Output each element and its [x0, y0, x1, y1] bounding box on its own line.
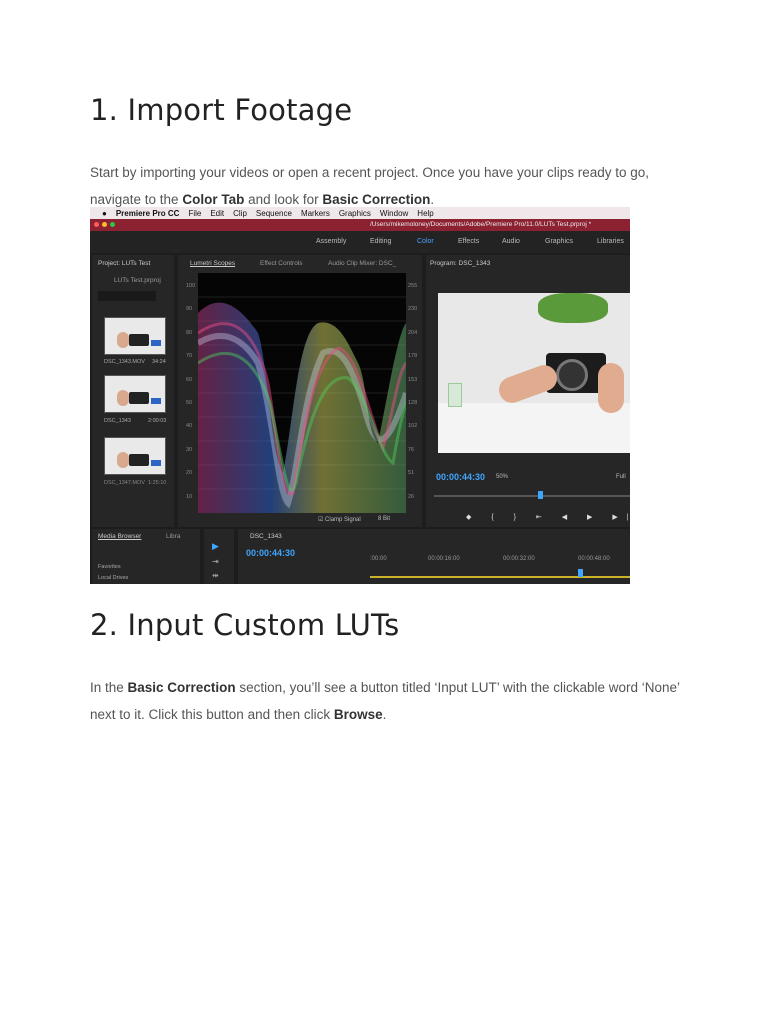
resolution-select: Full — [616, 474, 626, 480]
clip-thumbnail — [104, 437, 166, 475]
mac-menu-bar: ● Premiere Pro CC File Edit Clip Sequenc… — [90, 207, 630, 219]
ripple-tool-icon: ⇹ — [212, 571, 219, 580]
workspace-bar: Assembly Editing Color Effects Audio Gra… — [90, 231, 630, 253]
premiere-screenshot: ● Premiere Pro CC File Edit Clip Sequenc… — [90, 207, 630, 584]
program-timecode: 00:00:44:30 — [436, 472, 486, 482]
scope-right-axis: 255 230 204 178 153 128 102 76 51 26 — [408, 283, 418, 500]
favorites-item: Favorites — [98, 564, 121, 570]
menu-app-name: Premiere Pro CC — [115, 208, 180, 218]
workspace-editing: Editing — [370, 238, 392, 245]
program-scrubber — [434, 495, 630, 497]
sequence-tab: DSC_1343 — [250, 533, 282, 540]
clip-name: DSC_1343.MOV — [104, 359, 145, 365]
timeline-panel: DSC_1343 00:00:44:30 :00:00 00:00:16:00 … — [238, 529, 630, 584]
bit-depth: 8 Bit — [378, 516, 391, 522]
zoom-level-select: 50% — [496, 474, 509, 480]
menu-file: File — [188, 208, 202, 218]
menu-graphics: Graphics — [338, 208, 371, 218]
menu-markers: Markers — [300, 208, 330, 218]
program-tab: Program: DSC_1343 — [430, 260, 491, 267]
scope-left-axis: 100 90 80 70 60 50 40 30 20 10 — [186, 283, 196, 500]
workspace-libraries: Libraries — [597, 238, 624, 245]
section-title-import-footage: 1. Import Footage — [90, 93, 353, 127]
tab-libraries: Libra — [166, 533, 181, 540]
apple-icon: ● — [102, 208, 107, 218]
ruler-mark: 00:00:16:00 — [428, 556, 460, 562]
workspace-color: Color — [417, 238, 434, 245]
selection-tool-icon: ▶ — [212, 541, 219, 551]
sequence-timecode: 00:00:44:30 — [246, 548, 296, 558]
waveform-graphic — [198, 296, 406, 513]
minimize-dot — [102, 222, 107, 227]
close-dot — [94, 222, 99, 227]
import-footage-paragraph: Start by importing your videos or open a… — [90, 165, 650, 207]
ruler-mark: :00:00 — [370, 556, 387, 562]
window-title-bar: /Users/mikemoloney/Documents/Adobe/Premi… — [90, 219, 630, 231]
playhead — [538, 491, 543, 499]
project-path: /Users/mikemoloney/Documents/Adobe/Premi… — [370, 221, 592, 228]
workspace-effects: Effects — [458, 238, 480, 245]
clamp-signal-checkbox: ☑ Clamp Signal — [318, 517, 361, 523]
project-tab: Project: LUTs Test — [98, 260, 151, 267]
ruler-mark: 00:00:32:00 — [503, 556, 535, 562]
workspace-graphics: Graphics — [545, 238, 574, 245]
project-panel: Project: LUTs Test LUTs Test.prproj DSC_… — [92, 255, 174, 527]
clip-thumbnail — [104, 375, 166, 413]
clip-thumbnail — [104, 317, 166, 355]
clip-duration: 34:24 — [152, 359, 166, 365]
tab-audio-clip-mixer: Audio Clip Mixer: DSC_ — [328, 260, 397, 267]
tab-lumetri-scopes: Lumetri Scopes — [190, 260, 236, 267]
tab-media-browser: Media Browser — [98, 533, 142, 540]
menu-edit: Edit — [210, 208, 225, 218]
menu-window: Window — [379, 208, 409, 218]
timeline-playhead — [578, 569, 583, 577]
clip-name: DSC_1343 — [104, 418, 131, 424]
local-drives-item: Local Drives — [98, 575, 129, 581]
workspace-assembly: Assembly — [316, 238, 347, 245]
waveform-scope — [198, 273, 406, 513]
timeline-work-area — [370, 576, 630, 578]
menu-sequence: Sequence — [255, 208, 292, 218]
zoom-dot — [110, 222, 115, 227]
clip-name: DSC_1347.MOV — [104, 480, 145, 486]
program-monitor-panel: Program: DSC_1343 00:00:44:30 50% Full ◆… — [426, 255, 630, 527]
input-luts-paragraph: In the Basic Correction section, you’ll … — [90, 680, 680, 722]
project-search-input — [98, 291, 156, 301]
clip-duration: 1:25:10 — [148, 480, 167, 486]
tab-effect-controls: Effect Controls — [260, 260, 303, 267]
tools-panel: ▶ ⇥ ⇹ — [204, 529, 234, 584]
ruler-mark: 00:00:48:00 — [578, 556, 610, 562]
menu-help: Help — [417, 208, 434, 218]
section-title-input-custom-luts: 2. Input Custom LUTs — [90, 608, 400, 642]
project-file: LUTs Test.prproj — [114, 277, 161, 284]
workspace-audio: Audio — [502, 238, 520, 245]
clip-duration: 2:00:03 — [148, 418, 167, 424]
program-video-frame — [438, 293, 630, 453]
track-select-icon: ⇥ — [212, 557, 219, 566]
media-browser-panel: Media Browser Libra Favorites Local Driv… — [92, 529, 200, 584]
transport-controls: ◆ { } ⇤ ◀ ▶ ▶| ⇥ — [466, 514, 630, 521]
menu-clip: Clip — [233, 208, 247, 218]
